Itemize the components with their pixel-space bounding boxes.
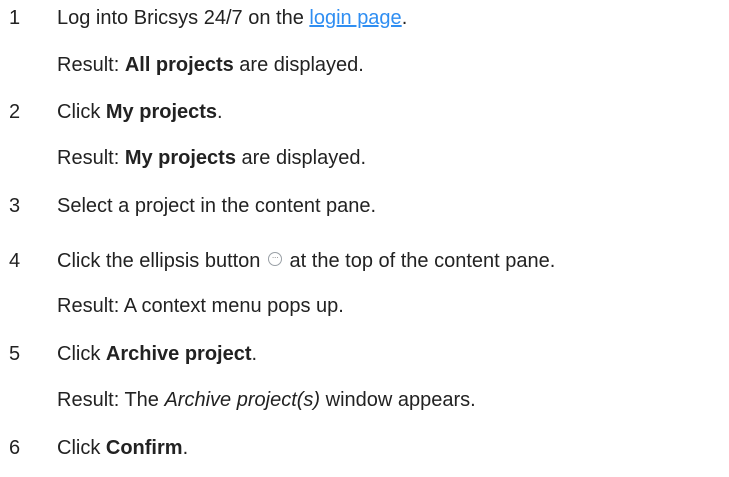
result-bold: My projects — [124, 147, 236, 169]
result-text: Result: My projects are displayed. — [57, 143, 366, 173]
step-text-part: . — [251, 343, 258, 365]
instruction-steps: 1 Log into Bricsys 24/7 on the login pag… — [0, 0, 729, 477]
step-bold: My projects — [105, 101, 218, 123]
step-text: Click My projects. — [57, 97, 223, 127]
step-text: Click the ellipsis button ··· at the top… — [57, 246, 555, 276]
result-after: window appears. — [320, 389, 476, 411]
step-text: Click Confirm. — [57, 433, 188, 463]
step-number: 1 — [9, 7, 21, 29]
step-bold: Archive project — [105, 343, 252, 365]
step-text-part: . — [401, 7, 408, 29]
result-prefix: Result: — [57, 147, 125, 169]
step-text: Click Archive project. — [57, 339, 257, 369]
step-text-part: Click — [57, 101, 106, 123]
step-text-part: Click — [57, 343, 106, 365]
step-text-part: Log into Bricsys 24/7 on the — [57, 7, 310, 29]
result-prefix: Result: — [57, 54, 125, 76]
step-bold: Confirm — [105, 437, 183, 459]
step-text: Select a project in the content pane. — [57, 195, 377, 217]
result-after: are displayed. — [235, 147, 367, 169]
step-text-part: at the top of the content pane. — [283, 250, 556, 272]
step-text-part: Click — [57, 437, 106, 459]
step-number: 6 — [9, 437, 21, 459]
ellipsis-icon: ··· — [267, 251, 282, 266]
step-number: 3 — [9, 195, 21, 217]
step-text-part: Click the ellipsis button — [57, 250, 266, 272]
result-prefix: Result: The — [57, 389, 165, 411]
step-number: 5 — [9, 343, 21, 365]
result-after: are displayed. — [233, 54, 364, 76]
result-bold: All projects — [124, 54, 234, 76]
result-text: Result: A context menu pops up. — [57, 295, 344, 317]
step-number: 2 — [9, 101, 21, 123]
step-text-part: . — [217, 101, 223, 123]
result-italic: Archive project(s) — [164, 389, 321, 411]
step-number: 4 — [9, 250, 21, 272]
result-text: Result: All projects are displayed. — [57, 50, 364, 80]
step-text-part: . — [182, 437, 189, 459]
result-text: Result: The Archive project(s) window ap… — [57, 385, 476, 415]
login-page-link[interactable]: login page — [309, 7, 401, 29]
step-text: Log into Bricsys 24/7 on the login page. — [57, 3, 407, 33]
